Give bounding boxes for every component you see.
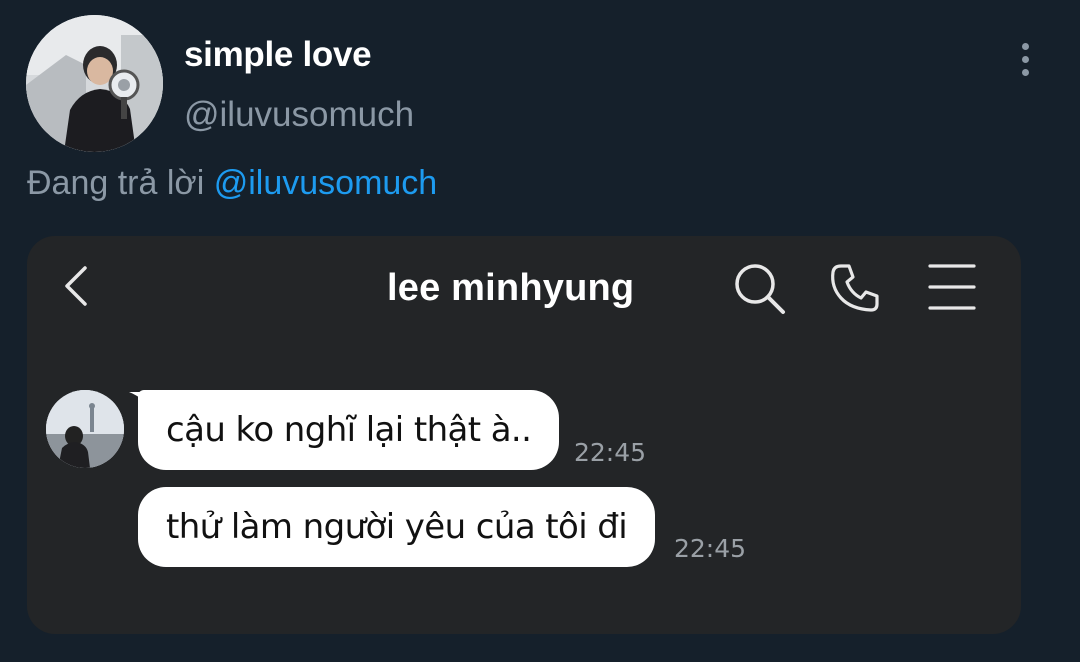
contact-avatar[interactable] [46,390,124,468]
message-bubble[interactable]: cậu ko nghĩ lại thật à.. [138,390,560,470]
chat-screenshot: lee minhyung cậu ko nghĩ lại thật à.. 22… [27,236,1021,634]
chat-title: lee minhyung [387,267,635,309]
replying-to: Đang trả lời @iluvusomuch [27,162,437,204]
user-handle[interactable]: @iluvusomuch [184,94,414,136]
search-icon[interactable] [731,260,787,316]
reply-mention-link[interactable]: @iluvusomuch [214,164,438,202]
tweet-reply-screen: simple love @iluvusomuch Đang trả lời @i… [0,0,1080,662]
profile-avatar[interactable] [26,15,163,152]
message-time: 22:45 [674,534,747,563]
message-bubble[interactable]: thử làm người yêu của tôi đi [138,487,656,567]
display-name[interactable]: simple love [184,34,372,76]
reply-prefix: Đang trả lời [27,164,205,202]
chevron-left-icon[interactable] [61,262,91,310]
hamburger-menu-icon[interactable] [924,260,980,316]
contact-photo [46,390,124,468]
more-vertical-icon[interactable] [1004,38,1046,80]
profile-photo [26,15,163,152]
phone-icon[interactable] [827,260,883,316]
message-time: 22:45 [574,438,647,467]
